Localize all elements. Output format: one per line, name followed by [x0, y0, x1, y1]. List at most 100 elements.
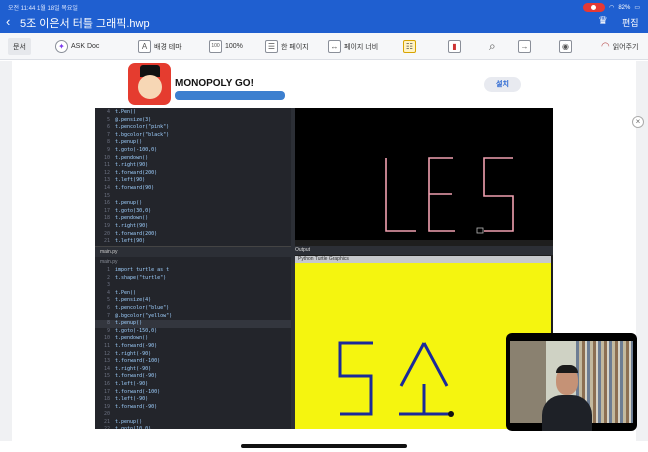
- ad-install-button[interactable]: 설치: [484, 77, 521, 92]
- code-line[interactable]: 20 t.forward(200): [95, 231, 291, 239]
- code-line[interactable]: 16 t.left(-90): [95, 381, 291, 389]
- turtle-drawing-les: [385, 157, 514, 234]
- line-number: 6: [106, 304, 110, 311]
- code-line[interactable]: 11 t.right(90): [95, 162, 291, 170]
- code-text: t.left(90): [115, 238, 146, 245]
- code-line[interactable]: 1 import turtle as t: [95, 267, 291, 275]
- code-text: t.forward(-90): [115, 403, 158, 410]
- webcam-shelf-left: [510, 341, 546, 423]
- code-line[interactable]: 7 t.bgcolor("black"): [95, 132, 291, 140]
- goto-page-icon: →: [518, 40, 531, 53]
- line-number: 8: [106, 139, 110, 146]
- webcam-overlay[interactable]: [506, 333, 637, 431]
- code-text: t.right(90): [115, 222, 149, 229]
- code-text: t.shape("turtle"): [115, 274, 167, 281]
- code-line[interactable]: 10 t.pendown(): [95, 155, 291, 163]
- code-line[interactable]: 20: [95, 411, 291, 419]
- back-button[interactable]: ‹: [6, 14, 10, 29]
- code-text: t.forward(-90): [115, 373, 158, 380]
- code-text: t.pendown(): [115, 335, 149, 342]
- code-line[interactable]: 11 t.forward(-90): [95, 343, 291, 351]
- editor-file-label: main.py: [95, 257, 291, 267]
- line-number: 7: [106, 312, 110, 319]
- search-button[interactable]: ⌕: [489, 38, 496, 55]
- code-line[interactable]: 4 t.Pen(): [95, 290, 291, 298]
- one-page-button[interactable]: ☰ 한 페이지: [265, 38, 309, 55]
- goto-page-button[interactable]: →: [518, 38, 531, 55]
- line-number: 8: [106, 320, 110, 327]
- code-line[interactable]: 12 t.right(-90): [95, 351, 291, 359]
- code-text: t.pensize(4): [115, 297, 152, 304]
- line-number: 1: [106, 267, 110, 273]
- code-text: t.pencolor("blue"): [115, 304, 170, 311]
- line-number: 21: [103, 418, 110, 425]
- zoom-button[interactable]: 100 100%: [209, 38, 243, 55]
- code-line[interactable]: 8 t.penup(): [95, 139, 291, 147]
- code-line[interactable]: 18 t.pendown(): [95, 215, 291, 223]
- screen-record-icon[interactable]: [583, 3, 606, 12]
- code-text: t.forward(-100): [115, 358, 161, 365]
- code-text: t.right(90): [115, 162, 149, 169]
- line-number: 14: [103, 184, 110, 191]
- turtle-window-title: Python Turtle Graphics: [298, 256, 349, 262]
- code-line[interactable]: 18 t.left(-90): [95, 396, 291, 404]
- background-theme-button[interactable]: A 배경 테마: [138, 38, 182, 55]
- code-line[interactable]: 13 t.left(90): [95, 177, 291, 185]
- view-mode-button[interactable]: ☷: [403, 38, 416, 55]
- code-line[interactable]: 9 t.goto(-150,0): [95, 328, 291, 336]
- page-width-icon: ↔: [328, 40, 341, 53]
- bookmark-button[interactable]: ▮: [448, 38, 461, 55]
- code-line[interactable]: 5 t.pensize(4): [95, 297, 291, 305]
- ask-doc-button[interactable]: ✦ ASK Doc: [55, 38, 99, 55]
- code-editor-bottom: main.py main.py 1 import turtle as t 2 t.sh…: [95, 246, 291, 429]
- code-line[interactable]: 22 t.goto(10,0): [95, 426, 291, 429]
- turtle-shape-icon: [448, 411, 454, 417]
- line-number: 20: [103, 411, 110, 418]
- line-number: 12: [103, 350, 110, 357]
- view-mode-icon: ☷: [403, 40, 416, 53]
- output-label: Output: [295, 247, 311, 253]
- code-line[interactable]: 7 @.bgcolor("yellow"): [95, 313, 291, 321]
- crown-icon[interactable]: ♛: [598, 14, 608, 27]
- code-line[interactable]: 17 t.goto(30,0): [95, 208, 291, 216]
- code-line[interactable]: 14 t.forward(90): [95, 185, 291, 193]
- edit-button[interactable]: 편집: [622, 16, 639, 29]
- line-number: 7: [106, 131, 110, 138]
- ad-close-button[interactable]: ×: [632, 116, 644, 128]
- code-line[interactable]: 6 t.pencolor("blue"): [95, 305, 291, 313]
- ad-banner[interactable]: MONOPOLY GO!: [128, 63, 522, 105]
- line-number: 9: [106, 327, 110, 334]
- code-text: t.forward(-100): [115, 388, 161, 395]
- read-aloud-button[interactable]: ◠ 읽어주기: [601, 38, 639, 55]
- code-line[interactable]: 21 t.penup(): [95, 419, 291, 427]
- code-line[interactable]: 19 t.right(90): [95, 223, 291, 231]
- code-line[interactable]: 4 t.Pen(): [95, 109, 291, 117]
- code-line[interactable]: 15 t.forward(-90): [95, 373, 291, 381]
- line-number: 14: [103, 365, 110, 372]
- code-line[interactable]: 9 t.goto(-100,0): [95, 147, 291, 155]
- code-line[interactable]: 16 t.penup(): [95, 200, 291, 208]
- page-width-button[interactable]: ↔ 페이지 너비: [328, 38, 378, 55]
- code-line[interactable]: 17 t.forward(-100): [95, 389, 291, 397]
- read-aloud-icon: ◠: [601, 41, 610, 52]
- code-line[interactable]: 3: [95, 282, 291, 290]
- code-line[interactable]: 2 t.shape("turtle"): [95, 275, 291, 283]
- code-line[interactable]: 12 t.forward(200): [95, 170, 291, 178]
- zoom-label: 100%: [225, 43, 243, 50]
- home-indicator[interactable]: [241, 444, 407, 448]
- code-line[interactable]: 14 t.right(-90): [95, 366, 291, 374]
- code-line[interactable]: 10 t.pendown(): [95, 335, 291, 343]
- code-line[interactable]: 8 t.penup(): [95, 320, 291, 328]
- code-line[interactable]: 6 t.pencolor("pink"): [95, 124, 291, 132]
- code-line[interactable]: 19 t.forward(-90): [95, 404, 291, 412]
- code-line[interactable]: 15: [95, 193, 291, 201]
- document-title: 5조 이은서 터틀 그래픽.hwp: [20, 18, 150, 30]
- code-line[interactable]: 21 t.left(90): [95, 238, 291, 246]
- code-line[interactable]: 13 t.forward(-100): [95, 358, 291, 366]
- document-menu-button[interactable]: 문서: [8, 38, 31, 55]
- line-number: 17: [103, 207, 110, 214]
- capture-button[interactable]: ◉: [559, 38, 572, 55]
- line-number: 12: [103, 169, 110, 176]
- code-line[interactable]: 5 @.pensize(3): [95, 117, 291, 125]
- title-header: 오전 11:44 1월 18일 목요일 ◠ 82% ▭ ‹ 5조 이은서 터틀 …: [0, 0, 648, 33]
